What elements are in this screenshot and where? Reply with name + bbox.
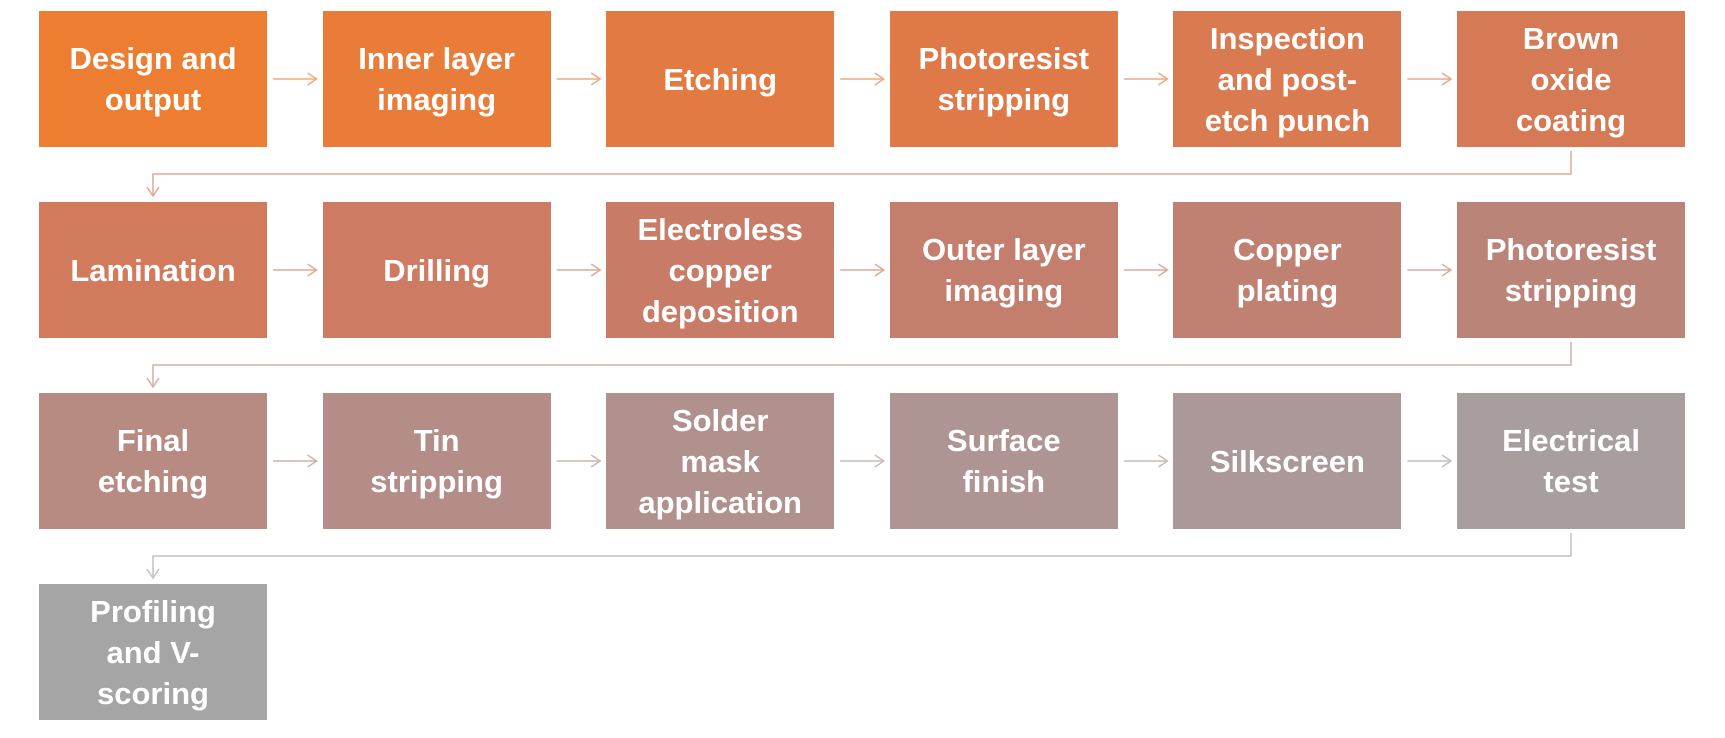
process-step-label: Electroless copper deposition xyxy=(637,211,803,329)
process-step: Surface finish xyxy=(889,393,1118,529)
process-step-label: Brown oxide coating xyxy=(1515,20,1627,138)
process-step: Design and output xyxy=(39,11,267,147)
process-step: Inspection and post- etch punch xyxy=(1173,11,1402,147)
process-step: Photoresist stripping xyxy=(1457,202,1685,338)
process-step: Etching xyxy=(606,11,835,147)
process-step-label: Lamination xyxy=(70,252,236,288)
process-step: Profiling and V- scoring xyxy=(39,584,267,720)
process-step: Silkscreen xyxy=(1173,393,1402,529)
process-step-label: Outer layer imaging xyxy=(921,232,1086,308)
process-step: Copper plating xyxy=(1173,202,1402,338)
process-step-label: Surface finish xyxy=(946,423,1061,499)
process-step-label: Etching xyxy=(663,61,778,97)
process-step-label: Design and output xyxy=(69,41,237,117)
process-step-label: Photoresist stripping xyxy=(918,41,1090,117)
process-step-label: Profiling and V- scoring xyxy=(90,593,216,711)
process-step: Photoresist stripping xyxy=(889,11,1118,147)
process-step-label: Copper plating xyxy=(1233,232,1342,308)
wrap-connector xyxy=(152,342,1572,387)
process-step-label: Tin stripping xyxy=(370,423,503,499)
wrap-connector xyxy=(152,151,1572,196)
process-step: Solder mask application xyxy=(606,393,835,529)
process-step-label: Final etching xyxy=(97,423,209,499)
process-step: Electroless copper deposition xyxy=(606,202,835,338)
process-step: Tin stripping xyxy=(322,393,551,529)
process-step: Lamination xyxy=(39,202,267,338)
process-step: Drilling xyxy=(322,202,551,338)
process-step-label: Inspection and post- etch punch xyxy=(1204,20,1371,138)
wrap-connector xyxy=(152,533,1572,578)
process-step: Electrical test xyxy=(1457,393,1685,529)
process-step-label: Solder mask application xyxy=(638,402,802,520)
process-step-label: Drilling xyxy=(383,252,490,288)
process-step-label: Inner layer imaging xyxy=(358,41,515,117)
process-step-label: Silkscreen xyxy=(1209,443,1365,479)
process-step: Brown oxide coating xyxy=(1457,11,1685,147)
process-step-label: Photoresist stripping xyxy=(1485,232,1657,308)
process-step: Outer layer imaging xyxy=(889,202,1118,338)
process-step: Inner layer imaging xyxy=(322,11,551,147)
process-step: Final etching xyxy=(39,393,267,529)
process-step-label: Electrical test xyxy=(1502,423,1640,499)
